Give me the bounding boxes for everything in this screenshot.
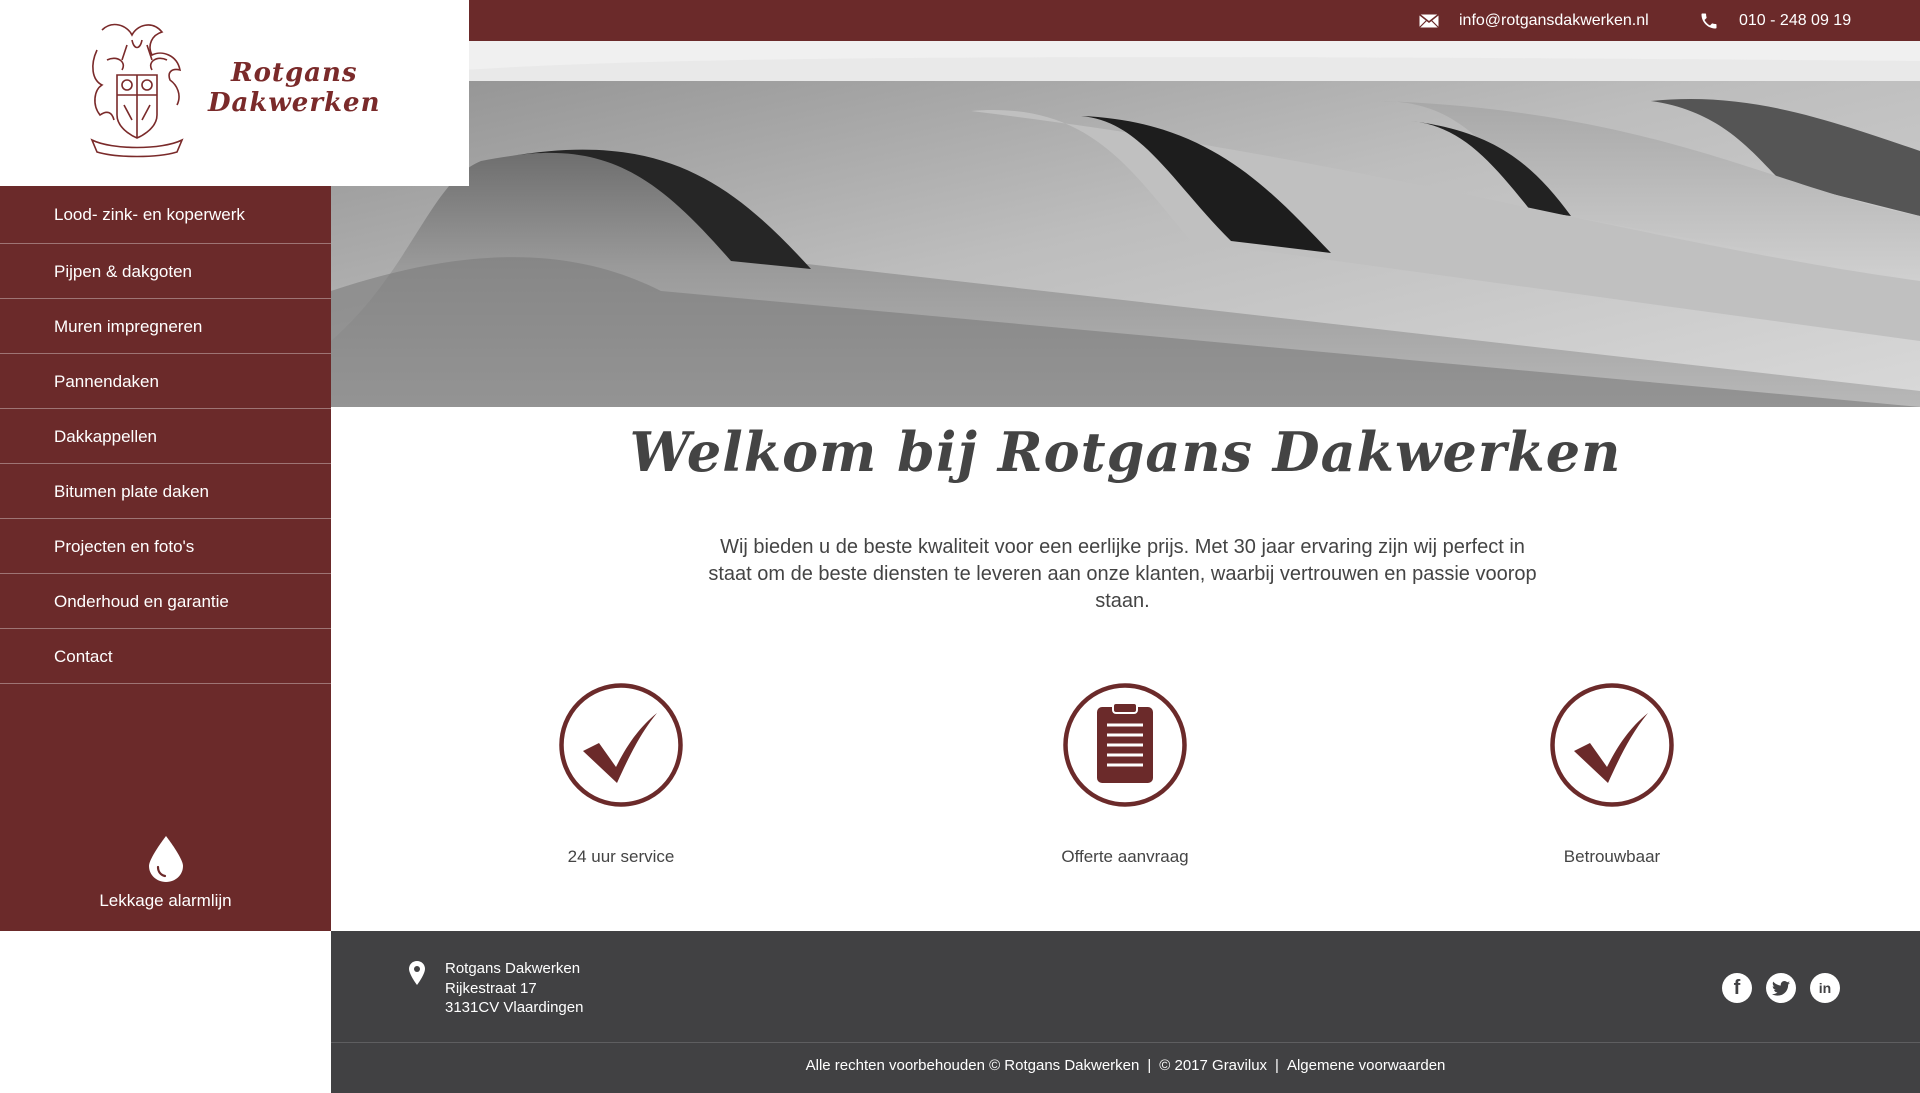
top-contact-bar: info@rotgansdakwerken.nl 010 - 248 09 19 [469,0,1920,41]
logo[interactable]: Rotgans Dakwerken [0,0,469,186]
phone-link[interactable]: 010 - 248 09 19 [1699,0,1851,41]
feature-label: Betrouwbaar [1563,847,1661,866]
gravilux-link[interactable]: © 2017 Gravilux [1159,1057,1267,1074]
footer-company: Rotgans Dakwerken [445,960,581,977]
twitter-icon[interactable] [1766,973,1796,1003]
email-text: info@rotgansdakwerken.nl [1459,11,1649,29]
leak-alarm-link[interactable]: Lekkage alarmlijn [0,836,331,911]
checkmark-icon [559,683,683,807]
intro-text: Wij bieden u de beste kwaliteit voor een… [708,536,1537,612]
footer-divider [331,1042,1920,1043]
copyright-bar: Alle rechten voorbehouden © Rotgans Dakw… [331,1057,1920,1074]
terms-link[interactable]: Algemene voorwaarden [1287,1057,1445,1074]
nav-item-projecten-fotos[interactable]: Projecten en foto's [0,519,331,574]
nav-item-dakkappellen[interactable]: Dakkappellen [0,409,331,464]
footer-city: 3131CV Vlaardingen [445,999,584,1016]
email-link[interactable]: info@rotgansdakwerken.nl [1419,0,1649,41]
social-links: f in [1722,973,1840,1003]
nav-item-lood-zink-koperwerk[interactable]: Lood- zink- en koperwerk [0,186,331,244]
footer: Rotgans Dakwerken Rijkestraat 17 3131CV … [331,931,1920,1093]
nav-item-bitumen-plate-daken[interactable]: Bitumen plate daken [0,464,331,519]
nav-item-pijpen-dakgoten[interactable]: Pijpen & dakgoten [0,244,331,299]
nav-item-contact[interactable]: Contact [0,629,331,684]
feature-offerte-aanvraag[interactable]: Offerte aanvraag [1005,683,1245,867]
logo-line-2: Dakwerken [208,88,381,118]
feature-label: 24 uur service [567,847,675,866]
logo-line-1: Rotgans [230,58,358,88]
logo-text: Rotgans Dakwerken [208,58,381,118]
feature-label: Offerte aanvraag [1061,847,1189,866]
page-title: Welkom bij Rotgans Dakwerken [629,420,1622,484]
phone-text: 010 - 248 09 19 [1739,11,1852,29]
location-pin-icon [409,961,425,1018]
nav-item-onderhoud-garantie[interactable]: Onderhoud en garantie [0,574,331,629]
checkmark-icon [1550,683,1674,807]
phone-icon [1699,11,1719,31]
linkedin-icon[interactable]: in [1810,973,1840,1003]
separator: | [1275,1057,1279,1074]
crest-icon [82,20,192,165]
feature-24-uur-service[interactable]: 24 uur service [501,683,741,867]
footer-address: Rotgans Dakwerken Rijkestraat 17 3131CV … [409,959,583,1018]
nav-item-muren-impregneren[interactable]: Muren impregneren [0,299,331,354]
water-drop-icon [0,836,331,887]
separator: | [1147,1057,1152,1074]
clipboard-icon [1063,683,1187,807]
feature-betrouwbaar[interactable]: Betrouwbaar [1492,683,1732,867]
footer-street: Rijkestraat 17 [445,979,537,997]
envelope-icon [1419,13,1439,28]
nav-item-pannendaken[interactable]: Pannendaken [0,354,331,409]
sidebar-nav: Lood- zink- en koperwerk Pijpen & dakgot… [0,186,331,931]
facebook-icon[interactable]: f [1722,973,1752,1003]
hero-image [331,41,1920,407]
copyright-text: Alle rechten voorbehouden © Rotgans Dakw… [805,1057,1140,1074]
leak-alarm-label: Lekkage alarmlijn [99,891,232,910]
